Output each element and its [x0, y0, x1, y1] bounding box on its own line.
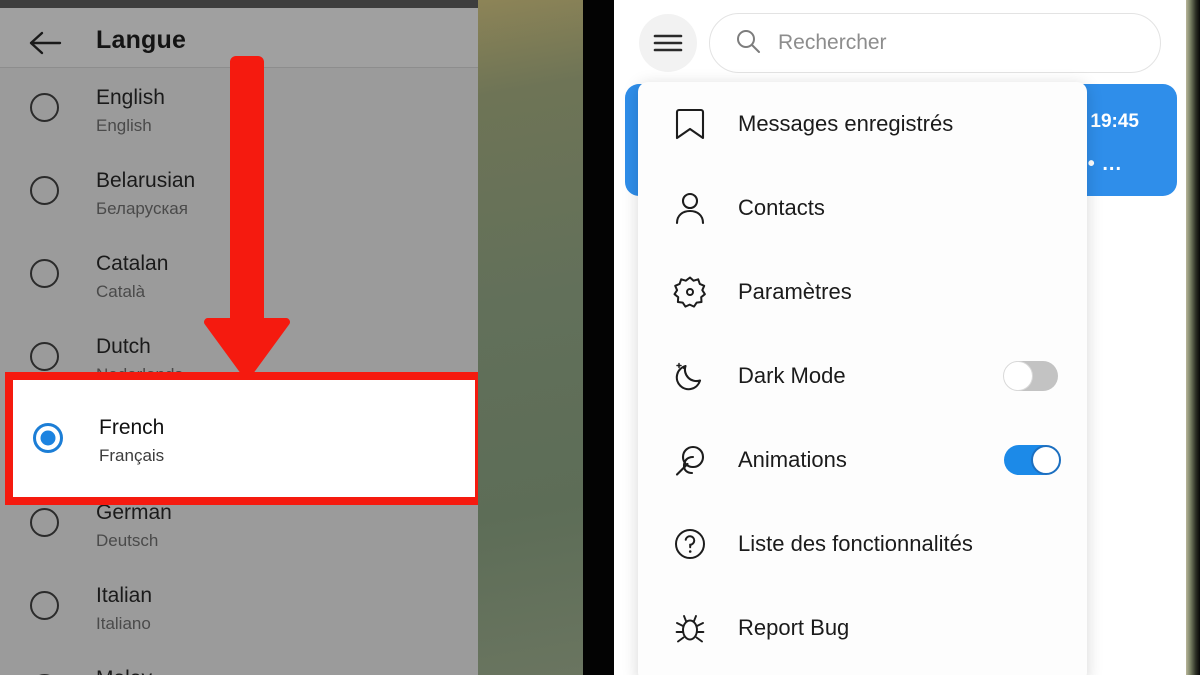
moon-icon [667, 359, 713, 393]
menu-item-messages-enregistr-s[interactable]: Messages enregistrés [638, 82, 1087, 166]
panel-divider [583, 0, 614, 675]
search-placeholder-text: Rechercher [778, 31, 887, 54]
menu-item-label: Report Bug [738, 615, 850, 640]
question-circle-icon [667, 527, 713, 561]
language-row-labels: French Français [99, 414, 164, 468]
language-native-name: English [96, 116, 152, 135]
radio-italian[interactable] [30, 591, 59, 620]
page-title: Langue [96, 26, 187, 54]
language-native-name: Italiano [96, 614, 151, 633]
radio-english[interactable] [30, 93, 59, 122]
language-name: French [99, 416, 165, 439]
menu-item-report-bug[interactable]: Report Bug [638, 586, 1087, 670]
language-native-name: Беларуская [96, 199, 188, 218]
language-row-labels: Belarusian Беларуская [96, 167, 195, 221]
screen-right-edge [1186, 0, 1200, 675]
chat-bubble-time: 19:45 [1090, 111, 1139, 132]
menu-item-contacts[interactable]: Contacts [638, 166, 1087, 250]
menu-item-param-tres[interactable]: Paramètres [638, 250, 1087, 334]
back-arrow-icon[interactable] [28, 30, 62, 56]
bug-icon [667, 611, 713, 645]
language-name: Italian [96, 584, 153, 607]
menu-item-label: Liste des fonctionnalités [738, 531, 973, 556]
search-icon [735, 28, 761, 59]
radio-dutch[interactable] [30, 342, 59, 371]
status-bar-strip [0, 0, 478, 8]
search-input[interactable]: Rechercher [709, 13, 1161, 73]
person-icon [667, 191, 713, 225]
language-row-labels: Catalan Català [96, 250, 168, 304]
messaging-app-panel: Rechercher 19:45 ps • ... Messages enreg… [614, 0, 1186, 675]
toggle-dark-mode[interactable] [1003, 361, 1058, 391]
magnifier-swirl-icon [667, 443, 713, 477]
language-row-labels: Italian Italiano [96, 582, 152, 636]
language-row-french-selected[interactable]: French Français [13, 380, 475, 497]
language-name: Malay [96, 665, 152, 675]
background-band [478, 0, 583, 675]
radio-french[interactable] [33, 423, 63, 453]
menu-item-animations[interactable]: Animations [638, 418, 1087, 502]
language-row-labels: English English [96, 84, 165, 138]
screenshot-root: Langue English English Belarusian Беларуска… [0, 0, 1200, 675]
language-name: Dutch [96, 335, 151, 358]
language-row[interactable]: Malay [0, 651, 478, 675]
language-row-labels: Malay [96, 665, 152, 675]
bookmark-icon [667, 107, 713, 141]
toggle-knob [1031, 445, 1061, 475]
toggle-knob [1003, 361, 1033, 391]
language-native-name: Català [96, 282, 146, 301]
down-arrow-annotation [200, 56, 294, 382]
hamburger-icon[interactable] [639, 14, 697, 72]
language-row-labels: German Deutsch [96, 499, 172, 553]
menu-item-label: Dark Mode [738, 363, 846, 388]
menu-item-dark-mode[interactable]: Dark Mode [638, 334, 1087, 418]
radio-french-dot [40, 430, 56, 446]
menu-item-liste-des-fonctionnalit-s[interactable]: Liste des fonctionnalités [638, 502, 1087, 586]
language-name: Belarusian [96, 169, 196, 192]
app-top-bar: Rechercher [614, 0, 1186, 86]
french-highlight-box[interactable]: French Français [5, 372, 478, 505]
menu-item-label: Contacts [738, 195, 825, 220]
main-dropdown-menu: Messages enregistrés Contacts Paramètres Da… [638, 82, 1087, 675]
menu-item-label: Animations [738, 447, 847, 472]
toggle-animations[interactable] [1004, 445, 1061, 475]
language-native-name: Deutsch [96, 531, 159, 550]
menu-item-label: Messages enregistrés [738, 111, 954, 136]
language-row[interactable]: Italian Italiano [0, 568, 478, 651]
gear-icon [667, 275, 713, 309]
language-name: English [96, 86, 165, 109]
radio-belarusian[interactable] [30, 176, 59, 205]
language-native-name: Français [99, 446, 165, 465]
menu-item-label: Paramètres [738, 279, 852, 304]
radio-catalan[interactable] [30, 259, 59, 288]
language-name: Catalan [96, 252, 169, 275]
language-settings-panel: Langue English English Belarusian Беларуска… [0, 0, 478, 675]
radio-german[interactable] [30, 508, 59, 537]
